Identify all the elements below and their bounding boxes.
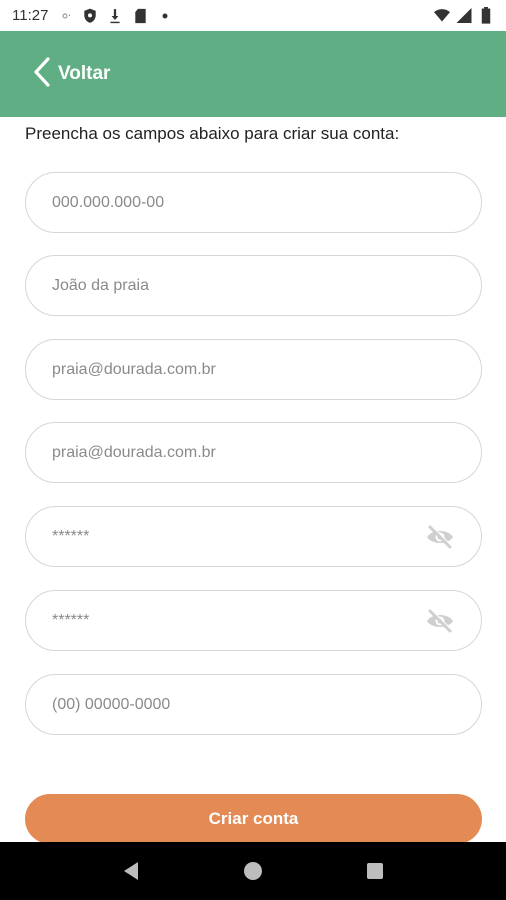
cpf-input[interactable] <box>52 193 455 212</box>
status-time: 11:27 <box>12 7 49 24</box>
name-field[interactable] <box>25 255 482 316</box>
phone-field[interactable] <box>25 674 482 735</box>
shield-icon <box>82 8 98 24</box>
eye-off-icon[interactable] <box>425 524 455 550</box>
email-field[interactable] <box>25 339 482 400</box>
dot-icon <box>157 8 173 24</box>
home-circle-icon[interactable] <box>233 851 273 891</box>
eye-off-icon[interactable] <box>425 608 455 634</box>
phone-input[interactable] <box>52 695 455 714</box>
wifi-icon <box>434 8 450 24</box>
email-confirm-input[interactable] <box>52 443 455 462</box>
password-confirm-input[interactable] <box>52 611 455 630</box>
back-label: Voltar <box>58 63 111 84</box>
download-icon <box>107 8 123 24</box>
status-bar: 11:27 <box>0 0 506 31</box>
sd-card-icon <box>132 8 148 24</box>
system-nav-bar <box>0 842 506 900</box>
recents-square-icon[interactable] <box>355 851 395 891</box>
gear-icon <box>57 8 73 24</box>
back-button[interactable]: Voltar <box>32 56 111 92</box>
password-field[interactable] <box>25 506 482 567</box>
email-confirm-field[interactable] <box>25 422 482 483</box>
app-header: Voltar <box>0 31 506 117</box>
cpf-field[interactable] <box>25 172 482 233</box>
signal-icon <box>456 8 472 24</box>
status-right <box>434 7 494 24</box>
password-input[interactable] <box>52 527 455 546</box>
form-instructions: Preencha os campos abaixo para criar sua… <box>25 124 400 143</box>
email-input[interactable] <box>52 360 455 379</box>
chevron-left-icon <box>32 56 52 92</box>
name-input[interactable] <box>52 276 455 295</box>
back-triangle-icon[interactable] <box>111 851 151 891</box>
password-confirm-field[interactable] <box>25 590 482 651</box>
create-account-button[interactable]: Criar conta <box>25 794 482 844</box>
status-left: 11:27 <box>12 7 173 24</box>
battery-icon <box>478 7 494 24</box>
